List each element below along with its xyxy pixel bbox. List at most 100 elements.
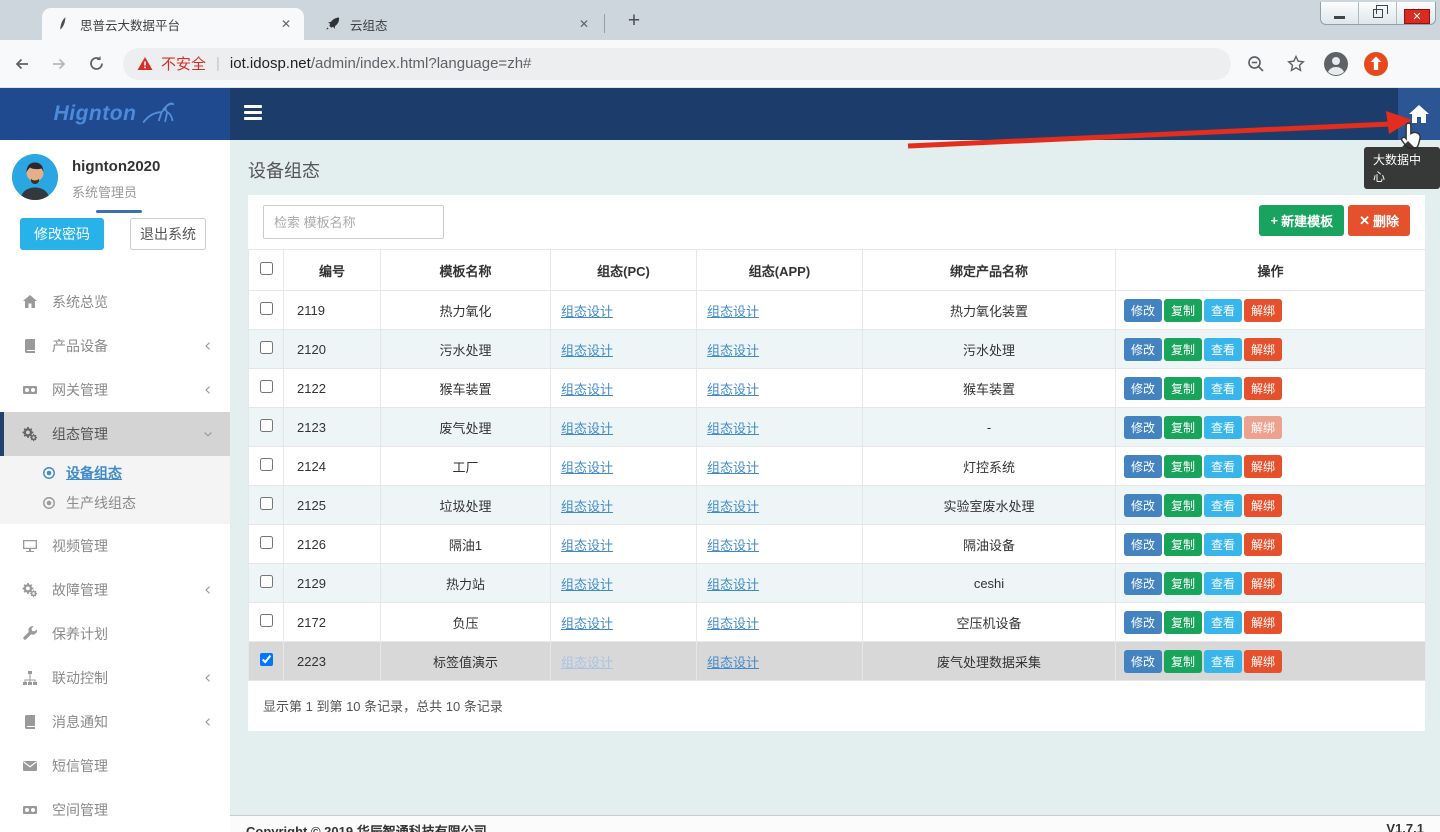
row-checkbox[interactable] [260, 497, 273, 510]
copy-action-button[interactable]: 复制 [1164, 650, 1202, 673]
view-action-button[interactable]: 查看 [1204, 338, 1242, 361]
edit-action-button[interactable]: 修改 [1124, 611, 1162, 634]
row-checkbox[interactable] [260, 380, 273, 393]
config-design-pc-link[interactable]: 组态设计 [561, 616, 613, 631]
logout-button[interactable]: 退出系统 [130, 218, 206, 250]
copy-action-button[interactable]: 复制 [1164, 533, 1202, 556]
hamburger-menu-icon[interactable] [244, 105, 262, 123]
row-checkbox[interactable] [260, 341, 273, 354]
unbind-action-button[interactable]: 解绑 [1244, 455, 1282, 478]
config-design-pc-link[interactable]: 组态设计 [561, 655, 613, 670]
forward-button[interactable] [44, 49, 74, 79]
browser-update-icon[interactable] [1361, 49, 1391, 79]
config-design-app-link[interactable]: 组态设计 [707, 616, 759, 631]
edit-action-button[interactable]: 修改 [1124, 494, 1162, 517]
view-action-button[interactable]: 查看 [1204, 416, 1242, 439]
copy-action-button[interactable]: 复制 [1164, 455, 1202, 478]
sidebar-item[interactable]: 短信管理 [0, 744, 230, 788]
window-restore-button[interactable] [1359, 2, 1397, 24]
edit-action-button[interactable]: 修改 [1124, 455, 1162, 478]
sidebar-item[interactable]: 空间管理 [0, 788, 230, 832]
sidebar-subitem[interactable]: 设备组态 [0, 458, 230, 488]
config-design-app-link[interactable]: 组态设计 [707, 655, 759, 670]
copy-action-button[interactable]: 复制 [1164, 338, 1202, 361]
sidebar-item[interactable]: 消息通知 [0, 700, 230, 744]
row-checkbox[interactable] [260, 536, 273, 549]
config-design-app-link[interactable]: 组态设计 [707, 460, 759, 475]
tab-close-icon[interactable]: ✕ [277, 15, 295, 33]
unbind-action-button[interactable]: 解绑 [1244, 572, 1282, 595]
change-password-button[interactable]: 修改密码 [20, 218, 104, 250]
sidebar-item[interactable]: 联动控制 [0, 656, 230, 700]
unbind-action-button[interactable]: 解绑 [1244, 338, 1282, 361]
config-design-app-link[interactable]: 组态设计 [707, 304, 759, 319]
sidebar-item[interactable]: 保养计划 [0, 612, 230, 656]
copy-action-button[interactable]: 复制 [1164, 377, 1202, 400]
sidebar-item[interactable]: 故障管理 [0, 568, 230, 612]
select-all-checkbox[interactable] [260, 262, 273, 275]
row-checkbox[interactable] [260, 575, 273, 588]
tab-close-icon[interactable]: ✕ [575, 15, 593, 33]
new-tab-button[interactable]: + [620, 7, 648, 35]
window-minimize-button[interactable] [1321, 2, 1359, 24]
sidebar-subitem[interactable]: 生产线组态 [0, 488, 230, 518]
zoom-out-icon[interactable] [1241, 49, 1271, 79]
create-template-button[interactable]: +新建模板 [1259, 205, 1344, 236]
unbind-action-button[interactable]: 解绑 [1244, 494, 1282, 517]
row-checkbox[interactable] [260, 302, 273, 315]
edit-action-button[interactable]: 修改 [1124, 299, 1162, 322]
unbind-action-button[interactable]: 解绑 [1244, 299, 1282, 322]
search-input[interactable] [263, 205, 444, 239]
row-checkbox[interactable] [260, 653, 273, 666]
bookmark-star-icon[interactable] [1281, 49, 1311, 79]
edit-action-button[interactable]: 修改 [1124, 377, 1162, 400]
edit-action-button[interactable]: 修改 [1124, 338, 1162, 361]
unbind-action-button[interactable]: 解绑 [1244, 650, 1282, 673]
view-action-button[interactable]: 查看 [1204, 572, 1242, 595]
unbind-action-button[interactable]: 解绑 [1244, 611, 1282, 634]
unbind-action-button[interactable]: 解绑 [1244, 533, 1282, 556]
reload-button[interactable] [81, 49, 111, 79]
edit-action-button[interactable]: 修改 [1124, 650, 1162, 673]
view-action-button[interactable]: 查看 [1204, 650, 1242, 673]
sidebar-item[interactable]: 系统总览 [0, 280, 230, 324]
home-button[interactable] [1398, 88, 1440, 140]
config-design-pc-link[interactable]: 组态设计 [561, 421, 613, 436]
browser-tab-active[interactable]: 思普云大数据平台 ✕ [42, 8, 304, 40]
config-design-app-link[interactable]: 组态设计 [707, 538, 759, 553]
edit-action-button[interactable]: 修改 [1124, 572, 1162, 595]
copy-action-button[interactable]: 复制 [1164, 611, 1202, 634]
config-design-pc-link[interactable]: 组态设计 [561, 577, 613, 592]
window-close-button[interactable]: ✕ [1397, 2, 1435, 24]
url-bar[interactable]: 不安全 | iot.idosp.net/admin/index.html?lan… [123, 48, 1231, 80]
config-design-pc-link[interactable]: 组态设计 [561, 343, 613, 358]
view-action-button[interactable]: 查看 [1204, 611, 1242, 634]
edit-action-button[interactable]: 修改 [1124, 416, 1162, 439]
view-action-button[interactable]: 查看 [1204, 533, 1242, 556]
unbind-action-button[interactable]: 解绑 [1244, 416, 1282, 439]
config-design-pc-link[interactable]: 组态设计 [561, 304, 613, 319]
profile-avatar-icon[interactable] [1321, 49, 1351, 79]
view-action-button[interactable]: 查看 [1204, 299, 1242, 322]
browser-tab-inactive[interactable]: 云组态 ✕ [312, 8, 602, 40]
edit-action-button[interactable]: 修改 [1124, 533, 1162, 556]
unbind-action-button[interactable]: 解绑 [1244, 377, 1282, 400]
config-design-pc-link[interactable]: 组态设计 [561, 382, 613, 397]
copy-action-button[interactable]: 复制 [1164, 299, 1202, 322]
sidebar-item[interactable]: 网关管理 [0, 368, 230, 412]
row-checkbox[interactable] [260, 614, 273, 627]
copy-action-button[interactable]: 复制 [1164, 416, 1202, 439]
view-action-button[interactable]: 查看 [1204, 494, 1242, 517]
config-design-pc-link[interactable]: 组态设计 [561, 538, 613, 553]
config-design-pc-link[interactable]: 组态设计 [561, 460, 613, 475]
config-design-app-link[interactable]: 组态设计 [707, 382, 759, 397]
sidebar-item[interactable]: 产品设备 [0, 324, 230, 368]
view-action-button[interactable]: 查看 [1204, 455, 1242, 478]
sidebar-item[interactable]: 组态管理 [0, 412, 230, 456]
config-design-pc-link[interactable]: 组态设计 [561, 499, 613, 514]
config-design-app-link[interactable]: 组态设计 [707, 499, 759, 514]
back-button[interactable] [7, 49, 37, 79]
view-action-button[interactable]: 查看 [1204, 377, 1242, 400]
row-checkbox[interactable] [260, 458, 273, 471]
sidebar-item[interactable]: 视频管理 [0, 524, 230, 568]
